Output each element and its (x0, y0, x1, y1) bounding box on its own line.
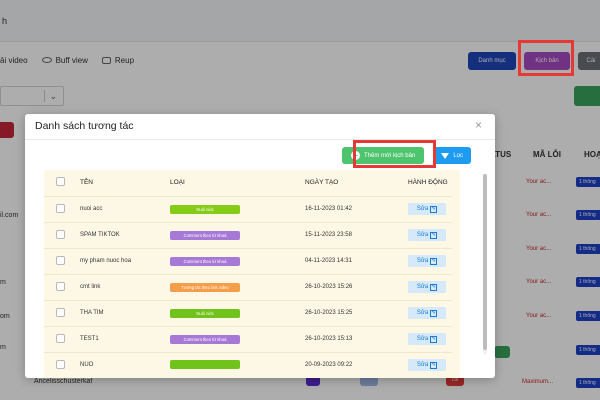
edit-button[interactable]: Sửa ✎ (408, 255, 446, 267)
row-select-cell (44, 300, 80, 327)
table-scrollbar[interactable] (483, 174, 487, 354)
table-row: THA TIM Nuôi nick 26-10-2023 15:25 Sửa ✎ (44, 300, 452, 327)
row-checkbox[interactable] (56, 333, 65, 343)
column-header-name: TÊN (80, 170, 170, 197)
table-row: SPAM TIKTOK Comment theo từ khoá 15-11-202… (44, 222, 452, 249)
row-name: NUO (80, 352, 170, 378)
edit-button[interactable]: Sửa ✎ (408, 203, 446, 215)
edit-button[interactable]: Sửa ✎ (408, 307, 446, 319)
row-select-cell (44, 352, 80, 378)
row-checkbox[interactable] (56, 359, 65, 369)
modal-header: Danh sách tương tác × (25, 114, 495, 140)
type-badge (170, 359, 240, 369)
table-row: NUO 20-09-2023 09:22 Sửa ✎ (44, 352, 452, 378)
row-checkbox[interactable] (56, 255, 65, 265)
row-date: 20-09-2023 09:22 (305, 352, 408, 378)
select-all-cell (44, 170, 80, 197)
row-action-cell: Sửa ✎ (408, 248, 452, 275)
row-checkbox[interactable] (56, 203, 65, 213)
row-date: 15-11-2023 23:58 (305, 222, 408, 249)
pencil-icon: ✎ (430, 231, 438, 239)
edit-label: Sửa (416, 232, 429, 238)
row-name: TEST1 (80, 326, 170, 353)
row-action-cell: Sửa ✎ (408, 222, 452, 249)
row-date: 16-11-2023 01:42 (305, 196, 408, 223)
filter-label: Lọc (453, 152, 463, 159)
table-header-row: TÊN LOẠI NGÀY TẠO HÀNH ĐỘNG (44, 170, 452, 197)
type-badge: Comment theo từ khoá (170, 230, 240, 240)
edit-button[interactable]: Sửa ✎ (408, 333, 446, 345)
interaction-table: TÊN LOẠI NGÀY TẠO HÀNH ĐỘNG nuoi acc Nuôi… (44, 170, 460, 378)
row-name: my pham nuoc hoa (80, 248, 170, 275)
edit-button[interactable]: Sửa ✎ (408, 281, 446, 293)
type-badge: Nuôi nick (170, 308, 240, 318)
row-select-cell (44, 274, 80, 301)
row-date: 26-10-2023 15:26 (305, 274, 408, 301)
type-badge: Comment theo từ khoá (170, 256, 240, 266)
column-header-action: HÀNH ĐỘNG (408, 170, 452, 197)
column-header-date: NGÀY TẠO (305, 170, 408, 197)
type-badge: Comment theo từ khoá (170, 334, 240, 344)
edit-button[interactable]: Sửa ✎ (408, 359, 446, 371)
pencil-icon: ✎ (430, 361, 438, 369)
close-icon[interactable]: × (475, 119, 482, 131)
pencil-icon: ✎ (430, 283, 438, 291)
row-date: 04-11-2023 14:31 (305, 248, 408, 275)
scrollbar-thumb[interactable] (483, 174, 487, 350)
highlight-box (353, 140, 436, 168)
row-type-cell: Nuôi nick (170, 300, 305, 327)
funnel-icon (441, 152, 450, 159)
row-type-cell: Nuôi nick (170, 196, 305, 223)
row-select-cell (44, 222, 80, 249)
row-type-cell: Tương tác theo link video (170, 274, 305, 301)
row-action-cell: Sửa ✎ (408, 326, 452, 353)
edit-label: Sửa (416, 310, 429, 316)
row-action-cell: Sửa ✎ (408, 274, 452, 301)
edit-label: Sửa (416, 362, 429, 368)
pencil-icon: ✎ (430, 205, 438, 213)
row-checkbox[interactable] (56, 281, 65, 291)
edit-label: Sửa (416, 336, 429, 342)
edit-label: Sửa (416, 284, 429, 290)
row-type-cell: Comment theo từ khoá (170, 326, 305, 353)
type-badge: Nuôi nick (170, 204, 240, 214)
table-row: TEST1 Comment theo từ khoá 26-10-2023 15:1… (44, 326, 452, 353)
highlight-box (518, 40, 574, 76)
row-date: 26-10-2023 15:25 (305, 300, 408, 327)
edit-label: Sửa (416, 258, 429, 264)
pencil-icon: ✎ (430, 257, 438, 265)
edit-label: Sửa (416, 206, 429, 212)
row-name: SPAM TIKTOK (80, 222, 170, 249)
row-action-cell: Sửa ✎ (408, 352, 452, 378)
row-select-cell (44, 196, 80, 223)
row-type-cell: Comment theo từ khoá (170, 222, 305, 249)
row-select-cell (44, 326, 80, 353)
column-header-type: LOẠI (170, 170, 305, 197)
pencil-icon: ✎ (430, 335, 438, 343)
row-type-cell (170, 352, 305, 378)
select-all-checkbox[interactable] (56, 177, 65, 187)
pencil-icon: ✎ (430, 309, 438, 317)
edit-button[interactable]: Sửa ✎ (408, 229, 446, 241)
row-action-cell: Sửa ✎ (408, 196, 452, 223)
row-checkbox[interactable] (56, 307, 65, 317)
filter-button[interactable]: Lọc (433, 147, 471, 164)
row-name: cmt link (80, 274, 170, 301)
row-date: 26-10-2023 15:13 (305, 326, 408, 353)
type-badge: Tương tác theo link video (170, 282, 240, 292)
modal-title: Danh sách tương tác (35, 120, 134, 132)
table-row: nuoi acc Nuôi nick 16-11-2023 01:42 Sửa ✎ (44, 196, 452, 223)
row-action-cell: Sửa ✎ (408, 300, 452, 327)
table-row: my pham nuoc hoa Comment theo từ khoá 04-1… (44, 248, 452, 275)
row-checkbox[interactable] (56, 229, 65, 239)
row-type-cell: Comment theo từ khoá (170, 248, 305, 275)
row-select-cell (44, 248, 80, 275)
row-name: THA TIM (80, 300, 170, 327)
row-name: nuoi acc (80, 196, 170, 223)
table-row: cmt link Tương tác theo link video 26-10-2… (44, 274, 452, 301)
